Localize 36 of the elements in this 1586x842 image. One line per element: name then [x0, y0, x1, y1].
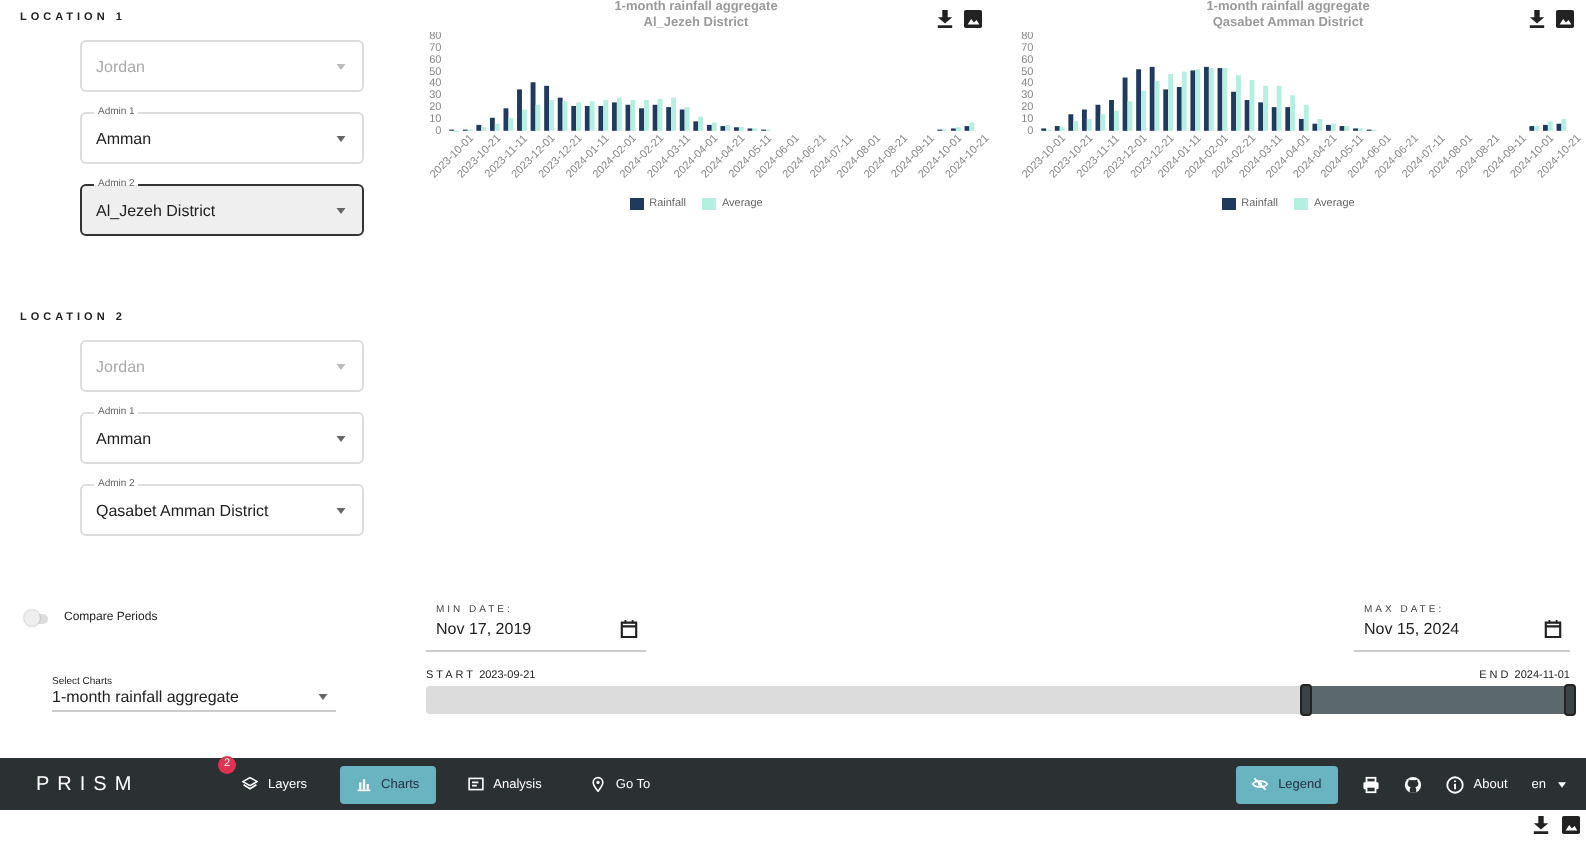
caret-icon — [336, 363, 346, 369]
caret-icon — [336, 435, 346, 441]
bar-chart-icon — [355, 776, 372, 792]
download-icon[interactable] — [1528, 10, 1546, 28]
caret-icon — [336, 135, 346, 141]
field-value: 1-month rainfall aggregate — [52, 688, 241, 706]
layers-icon — [242, 776, 258, 792]
slider-handle[interactable] — [1564, 684, 1576, 716]
panel-icon — [467, 776, 484, 792]
caret-icon — [336, 63, 346, 69]
info-icon — [1445, 775, 1464, 793]
image-icon[interactable] — [1562, 816, 1580, 834]
caret-icon — [336, 207, 346, 213]
caret-icon — [318, 694, 328, 700]
toggle-switch[interactable] — [26, 613, 48, 623]
field-value: Nov 15, 2024 — [1364, 620, 1462, 638]
download-icon[interactable] — [936, 10, 954, 28]
field-value: Jordan — [96, 357, 147, 375]
field-value: Nov 17, 2019 — [436, 620, 534, 638]
download-icon[interactable] — [1532, 816, 1550, 834]
field-value: Qasabet Amman District — [96, 501, 271, 519]
print-icon[interactable] — [1361, 775, 1380, 793]
field-value: Amman — [96, 429, 154, 447]
caret-icon — [1558, 781, 1566, 787]
caret-icon — [336, 507, 346, 513]
calendar-icon[interactable] — [620, 620, 638, 638]
field-value: Al_Jezeh District — [96, 201, 218, 219]
calendar-icon[interactable] — [1544, 620, 1562, 638]
image-icon[interactable] — [964, 10, 982, 28]
github-icon[interactable] — [1403, 775, 1422, 793]
map-pin-icon — [589, 776, 606, 792]
field-value: Jordan — [96, 57, 147, 75]
app-logo[interactable]: PRISM — [36, 773, 226, 795]
hidden-eye-icon — [1252, 776, 1269, 792]
field-value: Amman — [96, 129, 154, 147]
image-icon[interactable] — [1556, 10, 1574, 28]
